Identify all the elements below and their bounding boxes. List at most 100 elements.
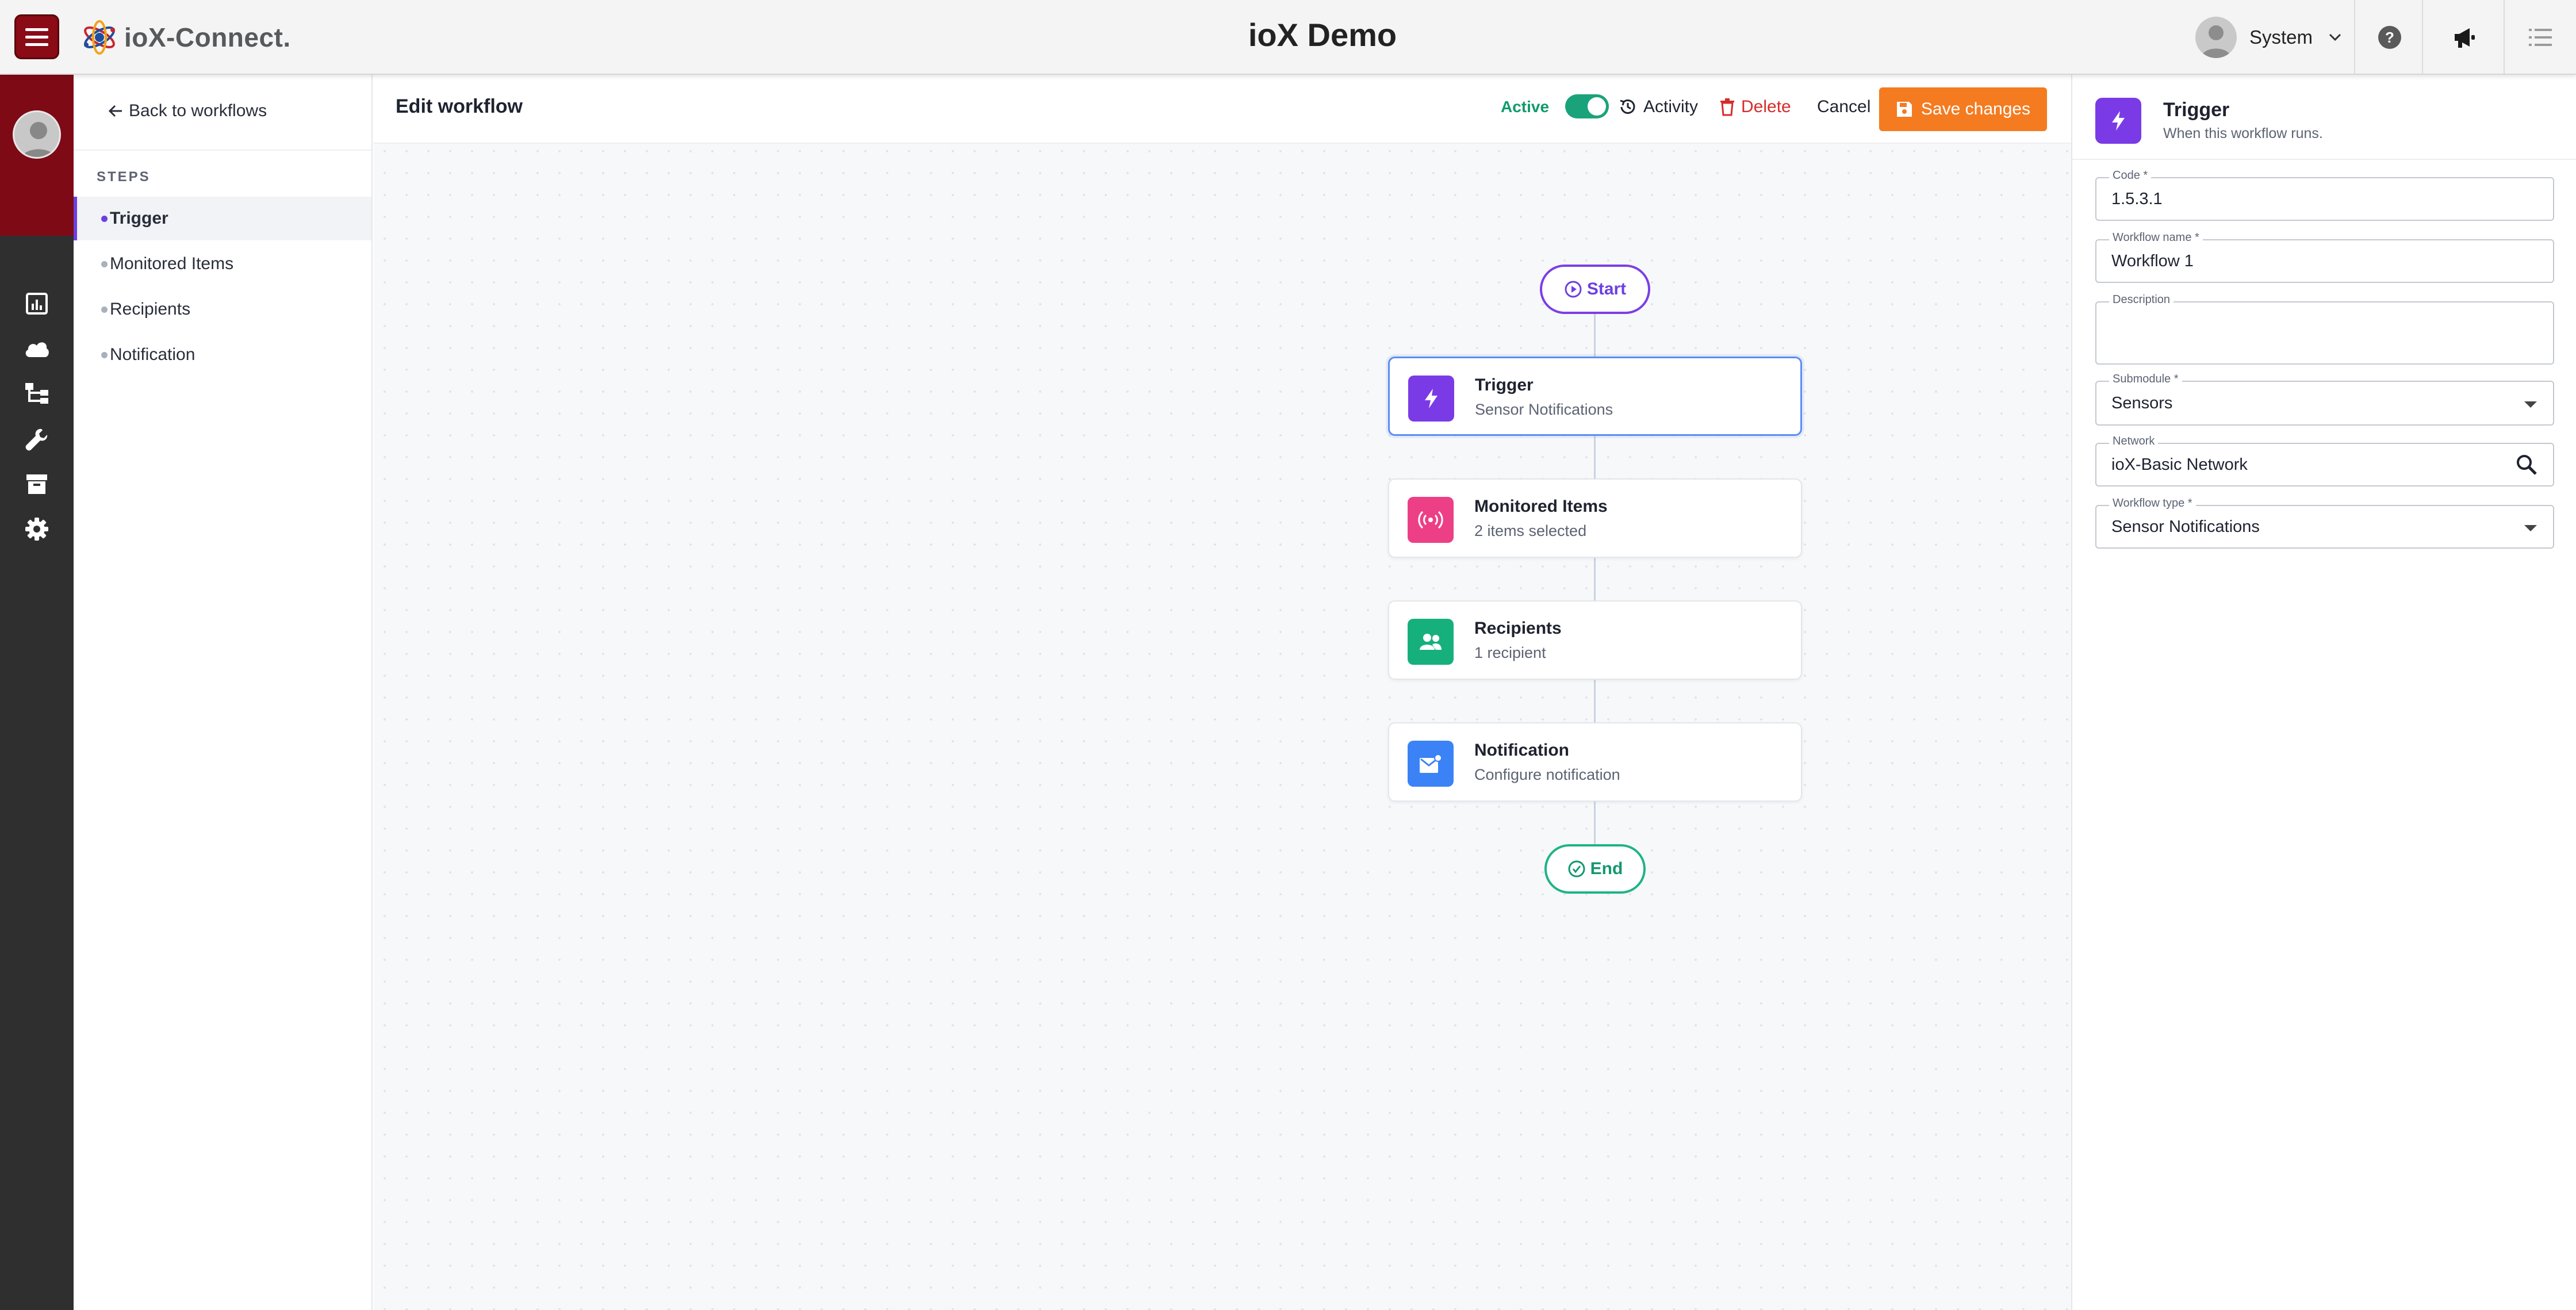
- submodule-select[interactable]: Submodule * Sensors: [2095, 373, 2554, 426]
- save-icon: [1896, 102, 1912, 117]
- panel-subtitle: When this workflow runs.: [2163, 125, 2323, 141]
- hierarchy-icon[interactable]: [17, 374, 56, 413]
- step-item-trigger[interactable]: Trigger: [74, 197, 371, 240]
- step-label: Monitored Items: [110, 254, 234, 273]
- cancel-button[interactable]: Cancel: [1817, 94, 1870, 120]
- active-toggle[interactable]: [1565, 94, 1609, 118]
- card-title: Monitored Items: [1474, 497, 1608, 516]
- step-dot: [101, 261, 108, 267]
- card-subtitle: 1 recipient: [1474, 644, 1546, 661]
- flow-connector: [1594, 434, 1596, 480]
- app-rail: [0, 75, 74, 1310]
- announcement-icon[interactable]: [2446, 19, 2483, 56]
- top-bar: ioX-Connect. ioX Demo System ?: [0, 0, 2576, 75]
- archive-icon[interactable]: [17, 465, 56, 504]
- network-field[interactable]: Network ioX-Basic Network: [2095, 435, 2554, 487]
- workflow-name-value: Workflow 1: [2111, 252, 2194, 270]
- start-label: Start: [1586, 279, 1627, 298]
- flow-connector: [1594, 314, 1596, 357]
- end-label: End: [1590, 859, 1623, 878]
- flow-end-node[interactable]: End: [1544, 844, 1646, 894]
- step-item-monitored-items[interactable]: Monitored Items: [74, 242, 371, 286]
- step-label: Trigger: [110, 209, 168, 228]
- step-dot: [101, 215, 108, 222]
- list-icon[interactable]: [2522, 19, 2559, 56]
- cancel-label: Cancel: [1817, 97, 1871, 116]
- card-subtitle: Configure notification: [1474, 766, 1620, 783]
- avatar: [2195, 17, 2237, 58]
- workflow-type-value: Sensor Notifications: [2111, 518, 2260, 536]
- description-field[interactable]: Description: [2095, 293, 2554, 365]
- card-title: Trigger: [1475, 376, 1534, 394]
- network-value: ioX-Basic Network: [2111, 455, 2248, 474]
- gear-icon[interactable]: [17, 510, 56, 549]
- active-label: Active: [1501, 98, 1550, 116]
- header-divider: [2504, 0, 2505, 74]
- cloud-icon[interactable]: [17, 329, 56, 368]
- help-icon[interactable]: ?: [2371, 19, 2408, 56]
- avatar[interactable]: [13, 110, 61, 159]
- app-root: ioX-Connect. ioX Demo System ? Back to w…: [0, 0, 2576, 1310]
- panel-title: Trigger: [2163, 99, 2230, 121]
- properties-panel: Trigger When this workflow runs. Code * …: [2071, 75, 2576, 1310]
- delete-button[interactable]: Delete: [1719, 94, 1791, 120]
- flow-card-notification[interactable]: Notification Configure notification: [1388, 722, 1802, 802]
- back-to-workflows-link[interactable]: Back to workflows: [108, 101, 267, 121]
- workflow-canvas: Edit workflow Active Activity Delete Can…: [374, 75, 2071, 1310]
- flow-card-trigger[interactable]: Trigger Sensor Notifications: [1388, 357, 1802, 436]
- user-name: System: [2249, 26, 2313, 48]
- code-field[interactable]: Code * 1.5.3.1: [2095, 169, 2554, 221]
- play-circle-icon: [1565, 281, 1582, 298]
- brand-logo[interactable]: ioX-Connect.: [79, 16, 291, 59]
- mail-icon: [1408, 741, 1454, 787]
- chart-icon[interactable]: [17, 284, 56, 323]
- bolt-icon: [1408, 376, 1454, 422]
- flow-card-recipients[interactable]: Recipients 1 recipient: [1388, 600, 1802, 680]
- card-title: Notification: [1474, 741, 1569, 760]
- bolt-icon: [2095, 98, 2141, 144]
- menu-icon[interactable]: [14, 14, 59, 59]
- flow-connector: [1594, 800, 1596, 844]
- workflow-name-label: Workflow name *: [2109, 231, 2203, 244]
- workflow-type-select[interactable]: Workflow type * Sensor Notifications: [2095, 497, 2554, 549]
- card-subtitle: 2 items selected: [1474, 522, 1587, 539]
- broadcast-icon: [1408, 497, 1454, 543]
- arrow-left-icon: [108, 105, 122, 117]
- save-button[interactable]: Save changes: [1879, 87, 2047, 131]
- check-circle-icon: [1568, 860, 1585, 878]
- step-label: Recipients: [110, 300, 191, 319]
- header-divider: [2354, 0, 2355, 74]
- step-item-notification[interactable]: Notification: [74, 333, 371, 377]
- step-dot: [101, 306, 108, 313]
- chevron-down-icon: [2329, 33, 2341, 41]
- steps-heading: STEPS: [97, 169, 151, 185]
- header-divider: [2422, 0, 2423, 74]
- rail-profile-area: [0, 75, 74, 236]
- step-label: Notification: [110, 345, 195, 364]
- people-icon: [1408, 619, 1454, 665]
- user-menu[interactable]: System: [2195, 15, 2341, 60]
- step-item-recipients[interactable]: Recipients: [74, 288, 371, 331]
- editor-toolbar: Edit workflow Active Activity Delete Can…: [374, 75, 2071, 144]
- workflow-type-label: Workflow type *: [2109, 497, 2196, 510]
- workflow-name-field[interactable]: Workflow name * Workflow 1: [2095, 231, 2554, 283]
- caret-down-icon: [2524, 525, 2537, 531]
- activity-button[interactable]: Activity: [1618, 94, 1698, 120]
- trash-icon: [1720, 98, 1734, 116]
- steps-sidebar: Back to workflows STEPS Trigger Monitore…: [74, 75, 373, 1310]
- back-link-label: Back to workflows: [129, 101, 267, 120]
- card-title: Recipients: [1474, 619, 1562, 638]
- submodule-value: Sensors: [2111, 394, 2173, 412]
- caret-down-icon: [2524, 401, 2537, 408]
- code-field-label: Code *: [2109, 169, 2152, 182]
- wrench-icon[interactable]: [17, 420, 56, 459]
- save-label: Save changes: [1920, 99, 2031, 118]
- page-title: ioX Demo: [1248, 17, 1397, 53]
- delete-label: Delete: [1741, 97, 1791, 116]
- search-icon[interactable]: [2515, 453, 2538, 476]
- flow-card-monitored-items[interactable]: Monitored Items 2 items selected: [1388, 478, 1802, 558]
- flow-connector: [1594, 557, 1596, 602]
- flow-start-node[interactable]: Start: [1540, 265, 1650, 314]
- brand-logo-mark: [84, 20, 115, 55]
- network-label: Network: [2109, 435, 2159, 448]
